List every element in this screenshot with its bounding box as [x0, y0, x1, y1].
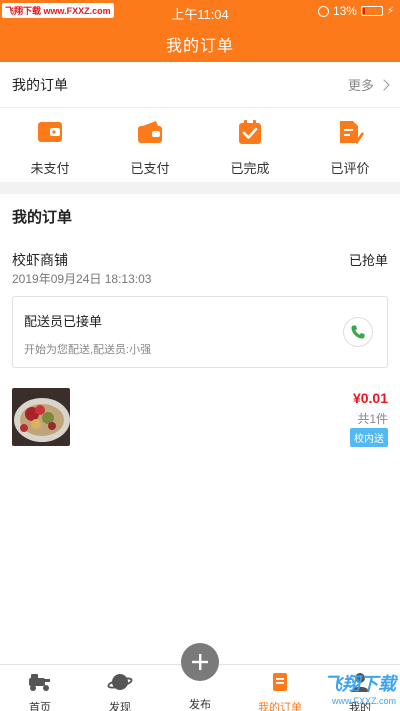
plus-icon	[192, 654, 208, 670]
tab-mine[interactable]: 我的	[330, 671, 390, 711]
delivery-tag: 校内送	[350, 428, 388, 447]
order-status: 已抢单	[348, 253, 388, 268]
planet-icon	[107, 674, 133, 690]
home-icon	[29, 674, 50, 691]
orders-title: 我的订单	[12, 209, 73, 226]
summary-label: 我的订单	[12, 76, 68, 93]
rotation-lock-icon	[317, 5, 329, 17]
tab-discover[interactable]: 发现	[90, 671, 150, 711]
tab-home-label: 首页	[29, 702, 51, 711]
battery-percent: 13%	[332, 4, 357, 18]
battery-icon	[360, 6, 383, 16]
call-button[interactable]	[343, 317, 373, 347]
more-label: 更多	[347, 78, 374, 93]
status-completed-label: 已完成	[230, 161, 270, 176]
charging-icon: ⚡	[386, 5, 394, 17]
tab-discover-label: 发现	[109, 702, 131, 711]
order-date: 2019年09月24日 18:13:03	[12, 272, 152, 286]
status-paid-label: 已支付	[130, 161, 170, 176]
wallet-icon	[138, 121, 162, 143]
delivery-subtitle: 开始为您配送,配送员:小强	[24, 344, 152, 356]
tab-my-orders-label: 我的订单	[258, 702, 302, 711]
user-icon	[351, 673, 369, 692]
more-link[interactable]: 更多	[347, 75, 390, 94]
status-paid[interactable]: 已支付	[100, 108, 200, 182]
publish-label: 发布	[189, 699, 211, 711]
delivery-info-box: 配送员已接单 开始为您配送,配送员:小强	[12, 296, 388, 368]
status-reviewed[interactable]: 已评价	[300, 108, 400, 182]
order-summary-card: 我的订单 更多 未支付 已支付 已完成 已评价	[0, 62, 400, 182]
status-unpaid[interactable]: 未支付	[0, 108, 100, 182]
item-count: 共1件	[357, 412, 388, 426]
status-completed[interactable]: 已完成	[200, 108, 300, 182]
delivery-title: 配送员已接单	[24, 314, 103, 329]
shop-name[interactable]: 校虾商铺	[12, 250, 68, 270]
status-bar: 飞翔下载 www.FXXZ.com 上午11:04 13% ⚡	[0, 0, 400, 22]
tab-mine-label: 我的	[349, 702, 371, 711]
food-photo	[12, 388, 70, 446]
tab-my-orders[interactable]: 我的订单	[250, 671, 310, 711]
orders-section: 我的订单 校虾商铺 已抢单 2019年09月24日 18:13:03 配送员已接…	[0, 194, 400, 664]
product-image[interactable]	[12, 388, 70, 446]
completed-icon	[239, 120, 261, 144]
order-status-row: 未支付 已支付 已完成 已评价	[0, 108, 400, 182]
order-price: ¥0.01	[352, 390, 388, 406]
top-bar: 飞翔下载 www.FXXZ.com 上午11:04 13% ⚡ 我的订单	[0, 0, 400, 62]
page-title: 我的订单	[165, 38, 234, 55]
review-icon	[340, 121, 364, 144]
unpaid-icon	[38, 122, 62, 142]
publish-button[interactable]	[181, 643, 219, 681]
status-reviewed-label: 已评价	[330, 161, 370, 176]
phone-icon	[351, 325, 365, 339]
summary-header: 我的订单 更多	[0, 62, 400, 108]
status-unpaid-label: 未支付	[30, 161, 70, 176]
battery-area: 13% ⚡	[317, 4, 394, 18]
chevron-right-icon	[378, 78, 390, 91]
tab-home[interactable]: 首页	[10, 671, 70, 711]
orders-icon	[273, 673, 287, 691]
